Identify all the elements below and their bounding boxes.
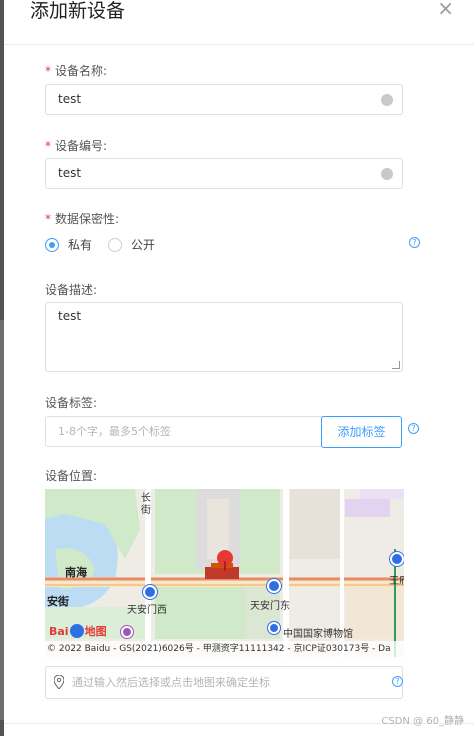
metro-station-icon[interactable] [267,579,281,593]
device-name-label-text: 设备名称: [55,64,108,78]
metro-station-icon[interactable] [143,585,157,599]
tag-input[interactable]: 1-8个字，最多5个标签 [45,416,323,447]
device-code-label: * 设备编号: [45,137,107,154]
map-label-wangfu: 王府 [389,576,404,587]
map-label-tiananmen-east: 天安门东 [250,601,290,612]
add-device-dialog: 添加新设备 × * 设备名称: test * 设备编号: test * 数据保密性: … [4,0,474,736]
device-name-value: test [58,92,82,106]
help-icon[interactable]: ? [408,423,419,434]
required-mark: * [45,212,51,226]
add-tag-button[interactable]: 添加标签 [321,416,402,448]
dialog-title: 添加新设备 [30,0,126,22]
required-mark: * [45,139,51,153]
location-input[interactable]: 通过输入然后选择或点击地图来确定坐标 ? [45,666,403,699]
baidu-logo-map: 地图 [84,625,107,638]
radio-private-label[interactable]: 私有 [68,236,92,253]
device-code-value: test [58,166,82,180]
help-icon[interactable]: ? [392,676,403,687]
metro-station-icon[interactable] [390,552,404,566]
baidu-logo-bai: Bai [49,624,69,638]
device-code-input[interactable]: test [45,158,403,189]
watermark: CSDN @ 60_静静 [381,716,464,727]
map-view[interactable]: 长 街 南海 安街 天安门西 天安门东 中国国家博物馆 王府 Bai 地图 © … [45,489,404,657]
clear-icon[interactable] [381,94,393,106]
help-icon[interactable]: ? [409,237,420,248]
baidu-paw-icon [69,624,84,638]
location-pin-icon [54,675,64,689]
clear-icon[interactable] [381,168,393,180]
museum-icon[interactable] [268,622,280,634]
required-mark: * [45,64,51,78]
tags-label: 设备标签: [45,396,98,410]
radio-public[interactable] [108,237,123,252]
map-label-nanhai: 南海 [65,566,87,579]
close-icon[interactable]: × [437,0,454,18]
description-textarea[interactable]: test [45,302,403,372]
baidu-logo: Bai 地图 [49,623,107,639]
map-label-jie: 街 [141,505,151,516]
device-name-input[interactable]: test [45,84,403,115]
map-copyright: © 2022 Baidu - GS(2021)6026号 - 甲测资字11111… [45,641,404,657]
description-value: test [58,309,82,323]
map-label-tiananmen-west: 天安门西 [127,605,167,616]
radio-public-label[interactable]: 公开 [131,236,155,253]
device-code-label-text: 设备编号: [55,139,108,153]
radio-private[interactable] [45,237,59,252]
map-label-museum: 中国国家博物馆 [283,629,353,640]
resize-handle-icon[interactable] [392,361,400,369]
location-placeholder: 通过输入然后选择或点击地图来确定坐标 [72,676,270,689]
device-name-label: * 设备名称: [45,62,107,79]
description-label: 设备描述: [45,283,98,297]
privacy-radio-group: 私有 公开 [45,236,171,253]
privacy-label: * 数据保密性: [45,210,119,227]
map-label-anjie: 安街 [47,595,69,608]
privacy-label-text: 数据保密性: [55,212,120,226]
header-divider [4,44,474,45]
poi-icon[interactable] [121,626,133,638]
location-label: 设备位置: [45,469,98,483]
